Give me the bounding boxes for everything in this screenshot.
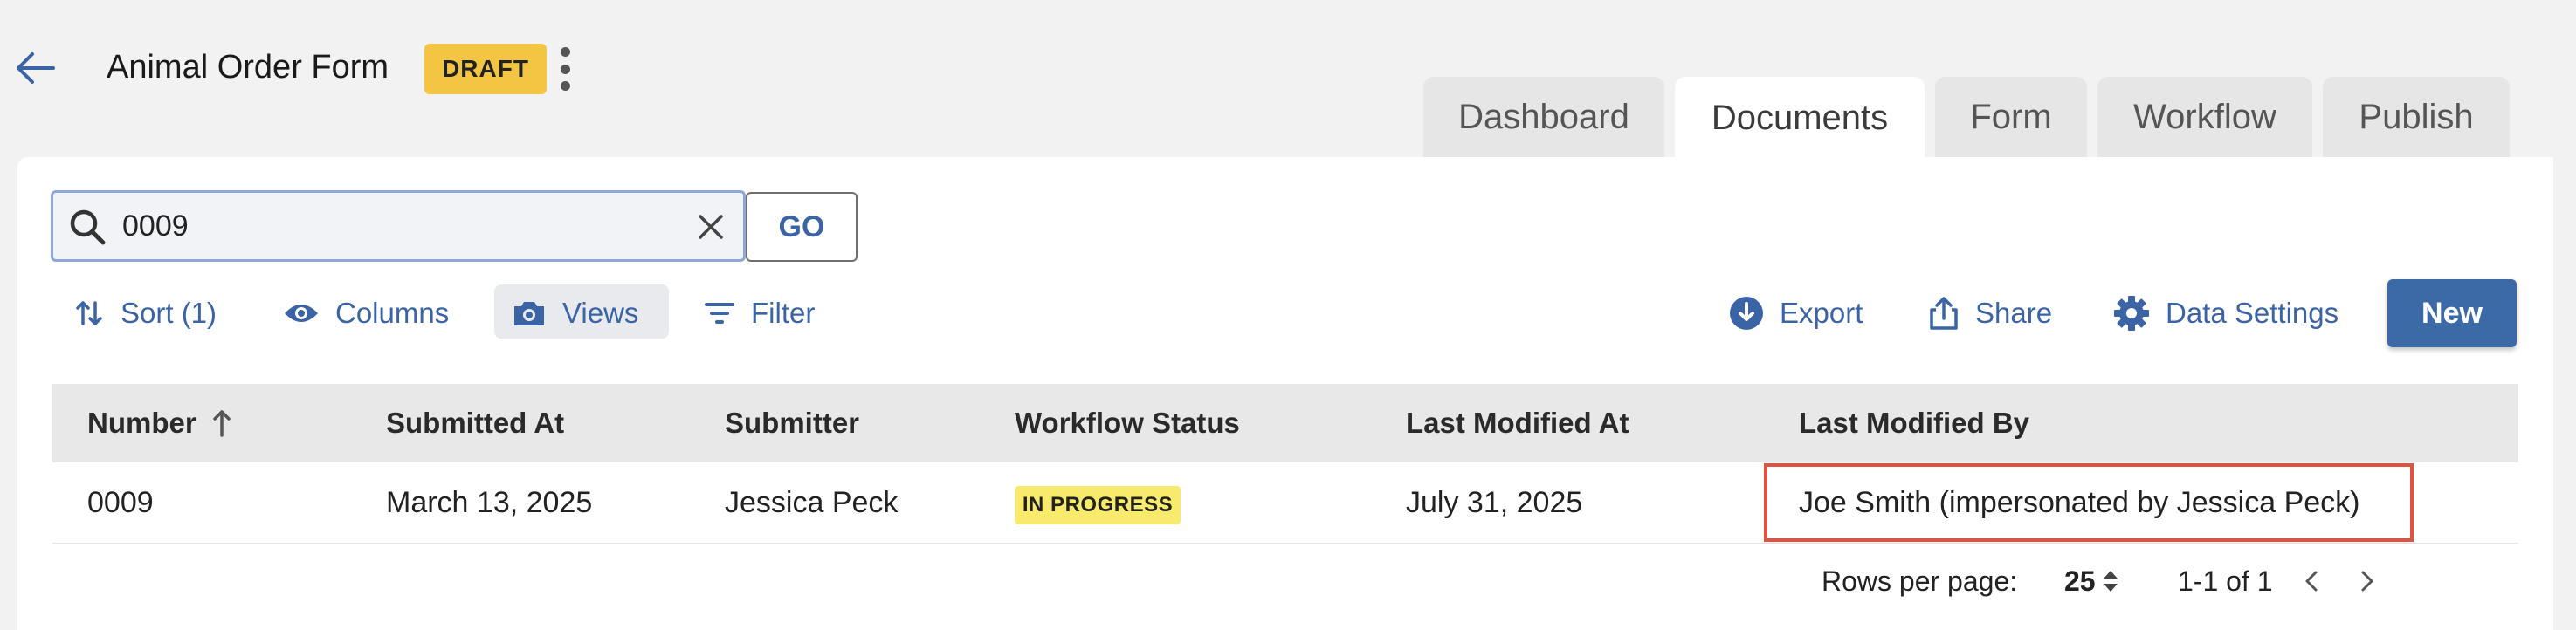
page-title: Animal Order Form	[107, 49, 389, 86]
tab-workflow[interactable]: Workflow	[2097, 77, 2312, 157]
column-header-submitter[interactable]: Submitter	[725, 384, 859, 462]
cell-submitted-at: March 13, 2025	[386, 485, 593, 519]
workflow-status-badge: IN PROGRESS	[1015, 486, 1181, 524]
go-button[interactable]: GO	[746, 192, 858, 262]
data-settings-button[interactable]: Data Settings	[2113, 288, 2338, 339]
sort-caret-icon	[2103, 571, 2118, 592]
arrow-up-icon	[212, 410, 231, 437]
views-label: Views	[562, 297, 639, 329]
rows-per-page-value: 25	[2064, 565, 2096, 597]
filter-button[interactable]: Filter	[704, 288, 815, 339]
export-button[interactable]: Export	[1729, 288, 1863, 339]
eye-icon	[285, 305, 318, 322]
column-header-workflow-status[interactable]: Workflow Status	[1015, 384, 1240, 462]
filter-label: Filter	[751, 297, 816, 329]
columns-button[interactable]: Columns	[283, 288, 449, 339]
sort-label: Sort (1)	[121, 297, 217, 329]
row-divider	[52, 543, 2518, 544]
share-label: Share	[1975, 297, 2053, 329]
column-header-submitted-at[interactable]: Submitted At	[386, 384, 564, 462]
share-icon	[1930, 297, 1958, 330]
search-icon	[70, 209, 106, 245]
camera-icon	[514, 302, 544, 325]
more-options-icon[interactable]	[555, 47, 575, 91]
data-settings-label: Data Settings	[2166, 297, 2339, 329]
search-input[interactable]	[122, 199, 681, 253]
back-button[interactable]	[12, 45, 58, 91]
close-icon[interactable]	[692, 208, 730, 246]
sort-button[interactable]: Sort (1)	[73, 288, 217, 339]
column-header-number[interactable]: Number	[87, 384, 235, 462]
tab-form[interactable]: Form	[1935, 77, 2087, 157]
cell-number[interactable]: 0009	[87, 462, 154, 543]
highlight-annotation	[1764, 463, 2414, 542]
arrow-left-icon	[17, 52, 55, 84]
rows-per-page-label: Rows per page:	[1822, 565, 2018, 597]
chevron-right-icon[interactable]	[2349, 564, 2384, 599]
gear-icon	[2114, 296, 2149, 331]
views-button-content[interactable]: Views	[512, 288, 638, 339]
tab-dashboard[interactable]: Dashboard	[1423, 77, 1664, 157]
tab-publish[interactable]: Publish	[2323, 77, 2510, 157]
pagination-range: 1-1 of 1	[2178, 565, 2273, 597]
filter-icon	[705, 303, 734, 324]
sort-icon	[76, 301, 102, 325]
tab-documents[interactable]: Documents	[1675, 77, 1925, 159]
column-header-last-modified-by[interactable]: Last Modified By	[1799, 384, 2029, 462]
column-header-number-label: Number	[87, 407, 196, 439]
share-button[interactable]: Share	[1928, 288, 2052, 339]
new-button[interactable]: New	[2387, 279, 2517, 347]
cell-last-modified-at: July 31, 2025	[1406, 485, 1583, 519]
rows-per-page-select[interactable]: 25	[2064, 558, 2120, 604]
column-header-last-modified-at[interactable]: Last Modified At	[1406, 384, 1629, 462]
download-icon	[1730, 297, 1763, 330]
cell-submitter: Jessica Peck	[725, 485, 899, 519]
columns-label: Columns	[335, 297, 450, 329]
status-badge: DRAFT	[424, 44, 547, 94]
export-label: Export	[1780, 297, 1863, 329]
chevron-left-icon[interactable]	[2295, 564, 2330, 599]
